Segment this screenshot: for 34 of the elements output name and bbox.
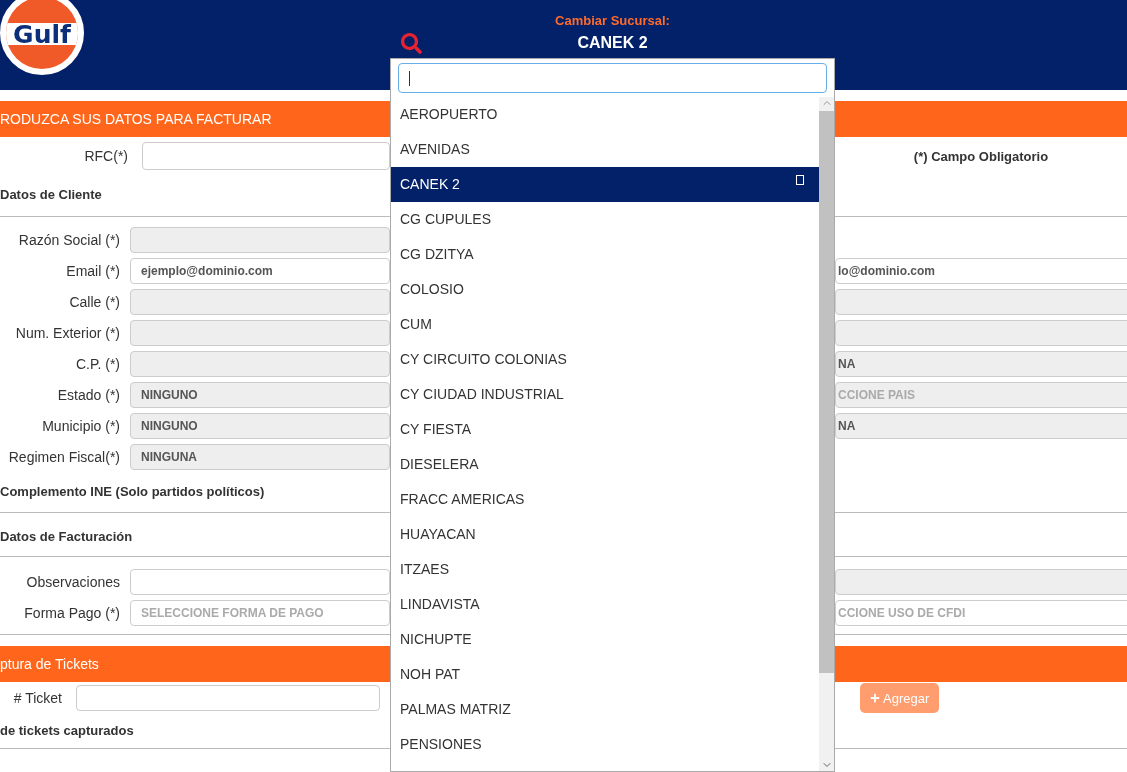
field-label: Calle (*) xyxy=(68,294,121,310)
scrollbar[interactable] xyxy=(819,97,834,771)
field-label: Razón Social (*) xyxy=(17,232,121,248)
section-title: RODUZCA SUS DATOS PARA FACTURAR xyxy=(0,111,272,127)
section-heading: Complemento INE (Solo partidos políticos) xyxy=(0,484,265,499)
search-field[interactable] xyxy=(398,63,827,93)
field-label: Forma Pago (*) xyxy=(23,605,121,621)
field-label: Num. Exterior (*) xyxy=(14,325,121,341)
input-field[interactable]: lo@dominio.com xyxy=(835,258,1127,284)
section-title: ptura de Tickets xyxy=(0,656,99,672)
search-icon[interactable] xyxy=(401,33,422,54)
field-label: Observaciones xyxy=(25,574,121,590)
input-field[interactable] xyxy=(142,142,390,170)
field-label: Regimen Fiscal(*) xyxy=(7,449,121,465)
dropdown-option[interactable]: CANEK 2 xyxy=(391,167,819,202)
field-label: Municipio (*) xyxy=(41,418,121,434)
square-icon xyxy=(796,175,804,185)
input-field[interactable] xyxy=(76,685,380,711)
field-label: # Ticket xyxy=(12,690,63,706)
section-heading: Datos de Facturación xyxy=(0,529,133,544)
field-label: Email (*) xyxy=(65,263,121,279)
field-label: RFC(*) xyxy=(83,148,129,164)
input-field[interactable] xyxy=(130,569,390,595)
text-cursor xyxy=(409,70,410,86)
plus-icon xyxy=(870,693,880,703)
field-label: Estado (*) xyxy=(56,387,121,403)
section-heading: de tickets capturados xyxy=(0,723,134,738)
input-field[interactable]: ejemplo@dominio.com xyxy=(130,258,390,284)
branch-name: CANEK 2 xyxy=(577,34,648,52)
scroll-thumb[interactable] xyxy=(819,111,834,673)
required-note: (*) Campo Obligatorio xyxy=(912,148,1050,164)
section-heading: Datos de Cliente xyxy=(0,187,102,202)
branch-label: Cambiar Sucursal: xyxy=(555,13,670,28)
field-label: C.P. (*) xyxy=(74,356,121,372)
